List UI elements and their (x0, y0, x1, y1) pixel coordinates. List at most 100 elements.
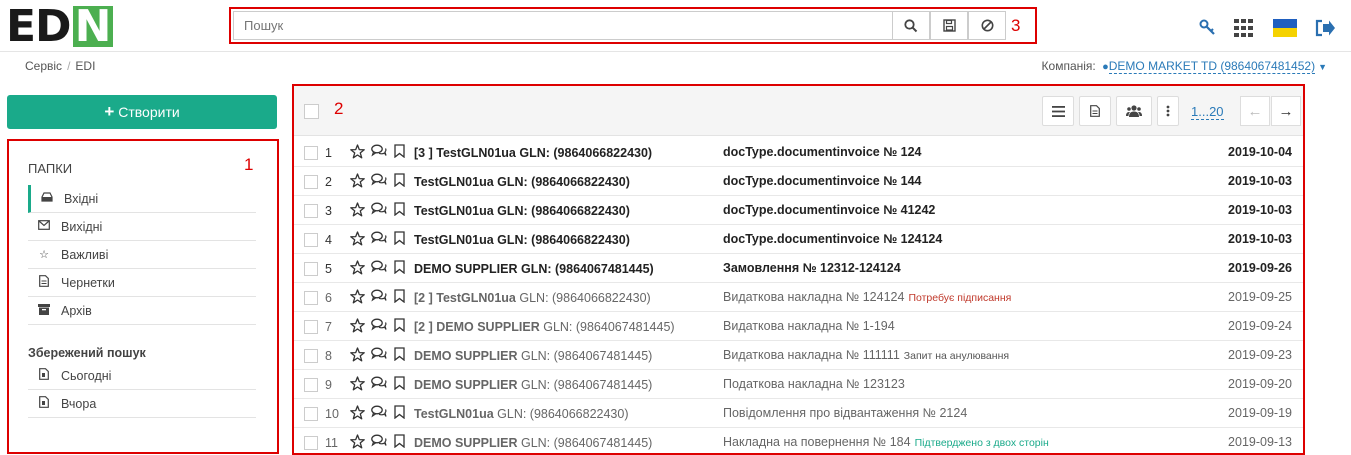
table-row[interactable]: 2 TestGLN01ua GLN: (9864066822430) docType… (294, 167, 1303, 196)
row-checkbox[interactable] (304, 291, 318, 305)
breadcrumb-item-service[interactable]: Сервіс (25, 59, 62, 73)
row-document[interactable]: docType.documentinvoice № 41242 (723, 203, 935, 217)
save-search-button[interactable] (930, 11, 968, 40)
bookmark-icon[interactable] (394, 144, 405, 161)
document-filter-button[interactable] (1079, 96, 1111, 126)
star-icon[interactable] (350, 173, 365, 191)
search-input[interactable] (233, 11, 892, 40)
page-range[interactable]: 1...20 (1191, 104, 1224, 120)
table-row[interactable]: 3 TestGLN01ua GLN: (9864066822430) docType… (294, 196, 1303, 225)
row-checkbox[interactable] (304, 233, 318, 247)
star-icon[interactable] (350, 260, 365, 278)
select-all-checkbox[interactable] (304, 104, 319, 119)
row-document[interactable]: Накладна на повернення № 184 Підтверджено… (723, 435, 1049, 449)
star-icon[interactable] (350, 434, 365, 452)
star-icon[interactable] (350, 405, 365, 423)
bookmark-icon[interactable] (394, 289, 405, 306)
comments-icon[interactable] (371, 405, 387, 422)
apps-grid-icon[interactable] (1233, 17, 1255, 39)
row-checkbox[interactable] (304, 262, 318, 276)
row-checkbox[interactable] (304, 320, 318, 334)
row-checkbox[interactable] (304, 204, 318, 218)
row-document[interactable]: docType.documentinvoice № 144 (723, 174, 921, 188)
search-bar-highlight: 3 (229, 7, 1037, 44)
row-checkbox[interactable] (304, 407, 318, 421)
table-row[interactable]: 9 DEMO SUPPLIER GLN: (9864067481445) Подат… (294, 370, 1303, 399)
bookmark-icon[interactable] (394, 376, 405, 393)
star-icon[interactable] (350, 318, 365, 336)
folder-item-outbox[interactable]: Вихідні (28, 213, 256, 241)
edin-logo[interactable]: ED N (6, 5, 113, 49)
row-sender-gln: GLN: (9864067481445) (520, 349, 653, 363)
ukraine-flag-icon[interactable] (1273, 17, 1297, 39)
row-document[interactable]: docType.documentinvoice № 124 (723, 145, 921, 159)
table-row[interactable]: 8 DEMO SUPPLIER GLN: (9864067481445) Видат… (294, 341, 1303, 370)
comments-icon[interactable] (371, 434, 387, 451)
row-document[interactable]: Замовлення № 12312-124124 (723, 261, 901, 275)
row-document[interactable]: Повідомлення про відвантаження № 2124 (723, 406, 967, 420)
star-icon[interactable] (350, 347, 365, 365)
table-row[interactable]: 11 DEMO SUPPLIER GLN: (9864067481445) Накл… (294, 428, 1303, 453)
star-icon[interactable] (350, 144, 365, 162)
folder-item-important[interactable]: ☆ Важливі (28, 241, 256, 269)
saved-search-yesterday[interactable]: Вчора (28, 390, 256, 418)
star-icon[interactable] (350, 289, 365, 307)
bookmark-icon[interactable] (394, 347, 405, 364)
row-document[interactable]: Видаткова накладна № 111111 Запит на анул… (723, 348, 1009, 362)
table-row[interactable]: 6 [2 ] TestGLN01ua GLN: (9864066822430) Ви… (294, 283, 1303, 312)
row-checkbox[interactable] (304, 349, 318, 363)
more-options-button[interactable] (1157, 96, 1179, 126)
comments-icon[interactable] (371, 231, 387, 248)
row-document[interactable]: Податкова накладна № 123123 (723, 377, 905, 391)
contacts-filter-button[interactable] (1116, 96, 1152, 126)
bookmark-icon[interactable] (394, 260, 405, 277)
comments-icon[interactable] (371, 376, 387, 393)
table-row[interactable]: 5 DEMO SUPPLIER GLN: (9864067481445) Замов… (294, 254, 1303, 283)
row-document[interactable]: Видаткова накладна № 124124 Потребує підп… (723, 290, 1011, 304)
table-row[interactable]: 1 [3 ] TestGLN01ua GLN: (9864066822430) do… (294, 138, 1303, 167)
logout-icon[interactable] (1314, 17, 1336, 39)
saved-search-today[interactable]: Сьогодні (28, 362, 256, 390)
comments-icon[interactable] (371, 260, 387, 277)
row-document[interactable]: docType.documentinvoice № 124124 (723, 232, 942, 246)
bookmark-icon[interactable] (394, 173, 405, 190)
folder-item-archive[interactable]: Архів (28, 297, 256, 325)
row-document[interactable]: Видаткова накладна № 1-194 (723, 319, 895, 333)
create-button[interactable]: + Створити (7, 95, 277, 129)
comments-icon[interactable] (371, 202, 387, 219)
bookmark-icon[interactable] (394, 202, 405, 219)
star-icon[interactable] (350, 231, 365, 249)
folder-item-inbox[interactable]: Вхідні (28, 185, 256, 213)
comments-icon[interactable] (371, 347, 387, 364)
bookmark-icon[interactable] (394, 318, 405, 335)
breadcrumb-item-edi[interactable]: EDI (75, 59, 95, 73)
company-dropdown[interactable]: DEMO MARKET TD (9864067481452) (1108, 59, 1316, 74)
bookmark-icon[interactable] (394, 231, 405, 248)
caret-down-icon[interactable]: ▼ (1318, 62, 1327, 72)
row-checkbox[interactable] (304, 378, 318, 392)
row-checkbox[interactable] (304, 436, 318, 450)
next-page-button[interactable]: → (1271, 96, 1301, 126)
row-document-title: docType.documentinvoice № 124 (723, 145, 922, 159)
folder-item-drafts[interactable]: Чернетки (28, 269, 256, 297)
bookmark-icon[interactable] (394, 434, 405, 451)
list-view-button[interactable] (1042, 96, 1074, 126)
comments-icon[interactable] (371, 144, 387, 161)
saved-search-file-icon (36, 396, 52, 411)
table-row[interactable]: 4 TestGLN01ua GLN: (9864066822430) docType… (294, 225, 1303, 254)
row-checkbox[interactable] (304, 175, 318, 189)
table-row[interactable]: 10 TestGLN01ua GLN: (9864066822430) Повідо… (294, 399, 1303, 428)
row-sender-name: TestGLN01ua (414, 233, 494, 247)
clear-search-button[interactable] (968, 11, 1006, 40)
bookmark-icon[interactable] (394, 405, 405, 422)
star-icon[interactable] (350, 376, 365, 394)
star-icon[interactable] (350, 202, 365, 220)
prev-page-button[interactable]: ← (1240, 96, 1270, 126)
search-button[interactable] (892, 11, 930, 40)
row-checkbox[interactable] (304, 146, 318, 160)
table-row[interactable]: 7 [2 ] DEMO SUPPLIER GLN: (9864067481445)… (294, 312, 1303, 341)
comments-icon[interactable] (371, 173, 387, 190)
key-icon[interactable] (1197, 17, 1219, 39)
comments-icon[interactable] (371, 289, 387, 306)
comments-icon[interactable] (371, 318, 387, 335)
